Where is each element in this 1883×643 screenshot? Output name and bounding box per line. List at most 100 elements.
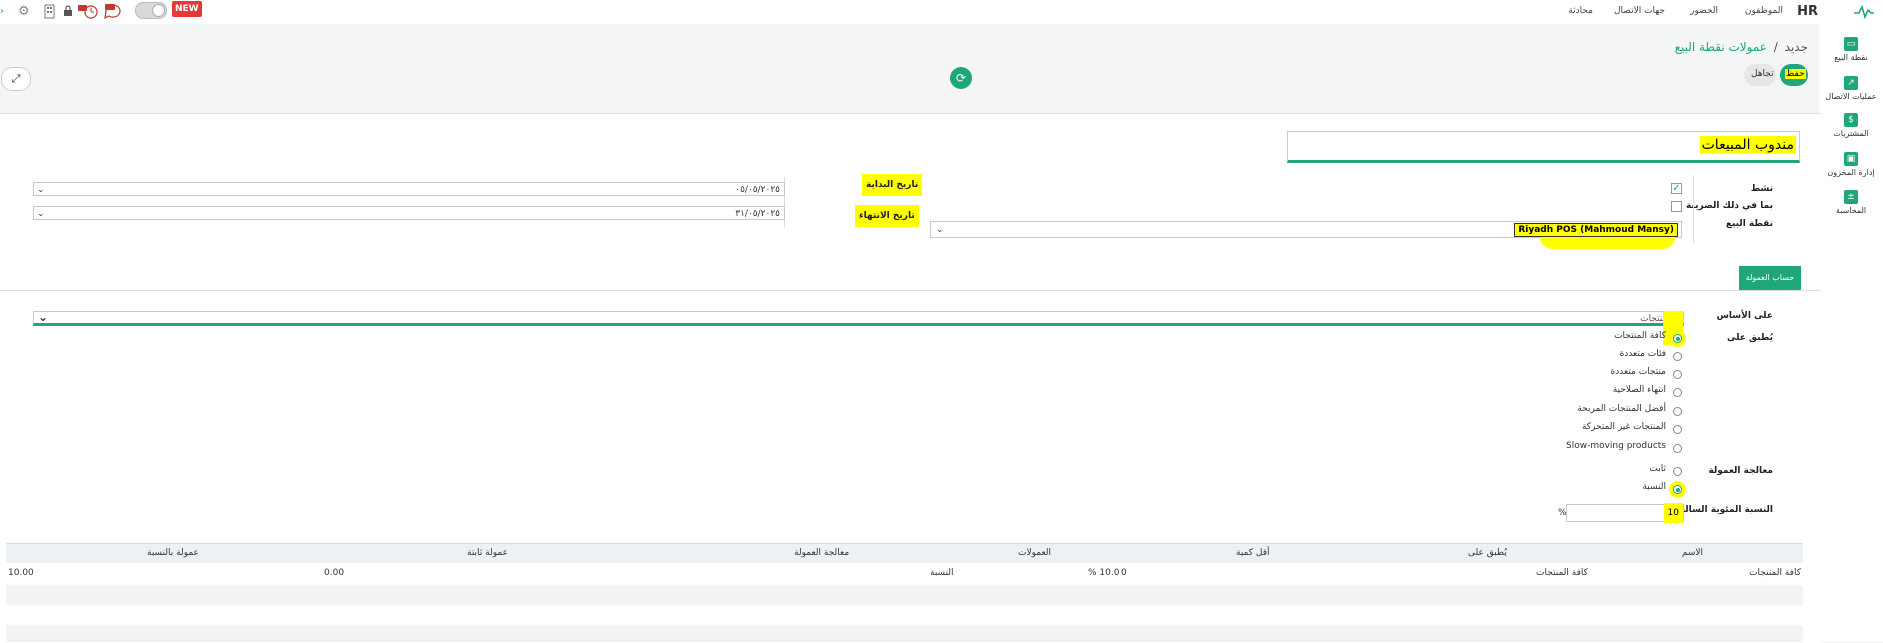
percentage-value: 10 — [1663, 503, 1683, 523]
processing-radio-0[interactable] — [1673, 467, 1682, 476]
end-date-field[interactable]: ⌄ ٣١/٠٥/٢٠٢٥ — [33, 206, 785, 220]
nav-employees[interactable]: الموظفون — [1745, 6, 1783, 16]
sidebar-item-label: المشتريات — [1833, 129, 1869, 138]
gear-icon[interactable]: ⚙ — [18, 4, 30, 19]
col-min-qty: أقل كمية — [1236, 548, 1270, 558]
clock-alert-icon[interactable] — [78, 3, 98, 19]
sidebar-item-label: إدارة المخزون — [1827, 168, 1875, 177]
chevron-down-icon: ⌄ — [936, 225, 944, 235]
tax-included-label: بما في ذلك الضريبة — [1685, 201, 1773, 211]
breadcrumb-separator: / — [1773, 40, 1778, 54]
building-icon[interactable] — [44, 4, 55, 19]
top-bar: HR الموظفون الحضور جهات الاتصال محادثة ›… — [0, 0, 1883, 24]
col-name: الاسم — [1681, 548, 1703, 558]
tab-commission-calc[interactable]: حساب العمولة — [1739, 266, 1801, 290]
title-text: مندوب المبيعات — [1699, 136, 1796, 154]
inventory-icon: ▣ — [1844, 152, 1858, 166]
cell-commission: % 10.0 — [1088, 568, 1120, 578]
processing-option-label: النسبة — [1642, 482, 1666, 492]
contacts-icon: ↗ — [1844, 76, 1858, 90]
discard-button[interactable]: تجاهل — [1744, 64, 1776, 86]
breadcrumb: جديد / عمولات نقطة البيع — [1675, 40, 1808, 54]
table-header-row — [6, 543, 1803, 564]
cell-processing: النسبة — [930, 568, 954, 578]
sidebar-item-label: عمليات الاتصال — [1825, 92, 1877, 101]
apply-on-option-label: كافة المنتجات — [1614, 331, 1666, 341]
apply-on-radio-6[interactable] — [1673, 444, 1682, 453]
breadcrumb-parent[interactable]: عمولات نقطة البيع — [1675, 40, 1767, 54]
apply-on-radio-1[interactable] — [1673, 352, 1682, 361]
col-fixed: عمولة ثابتة — [467, 548, 508, 558]
calculator-icon: ± — [1844, 190, 1858, 204]
apply-on-radio-3[interactable] — [1673, 388, 1682, 397]
percentage-label: النسبة المئوية السالبة — [1676, 505, 1773, 515]
sidebar-item-inventory[interactable]: ▣ إدارة المخزون — [1819, 152, 1883, 177]
tax-included-checkbox[interactable] — [1671, 201, 1682, 212]
sidebar-item-label: المحاسبة — [1835, 206, 1867, 215]
pos-icon: ▭ — [1844, 37, 1858, 51]
apply-on-label: يُطبق على — [1727, 333, 1773, 343]
apply-on-radio-0[interactable] — [1673, 334, 1682, 343]
nav-attendance[interactable]: الحضور — [1690, 6, 1718, 16]
col-percent: عمولة بالنسبة — [147, 548, 199, 558]
breadcrumb-current: جديد — [1784, 40, 1808, 54]
apply-on-option-label: المنتجات غير المتحركة — [1581, 422, 1666, 432]
sidebar-item-purchases[interactable]: $ المشتريات — [1819, 113, 1883, 138]
brand-label[interactable]: HR — [1797, 4, 1818, 19]
app-logo-icon[interactable] — [1853, 5, 1875, 19]
active-checkbox[interactable]: ✓ — [1671, 183, 1682, 194]
dollar-icon: $ — [1844, 113, 1858, 127]
chevron-down-icon: ⌄ — [37, 209, 45, 219]
cell-percent: 10.00 — [8, 568, 34, 578]
expand-icon[interactable]: ⤢ — [1, 67, 31, 91]
new-badge[interactable]: NEW — [172, 1, 202, 17]
col-commissions: العمولات — [1018, 548, 1052, 558]
percent-sign: % — [1558, 508, 1567, 518]
table-empty-row — [6, 585, 1803, 605]
lock-icon[interactable] — [62, 5, 74, 17]
apply-on-option-label: انتهاء الصلاحية — [1612, 385, 1666, 395]
pos-label: نقطة البيع — [1725, 219, 1773, 229]
start-date-value: ٠٥/٠٥/٢٠٢٥ — [735, 185, 780, 195]
active-label: نشط — [1750, 184, 1773, 194]
sidebar-item-accounting[interactable]: ± المحاسبة — [1819, 190, 1883, 215]
theme-toggle[interactable] — [135, 2, 167, 19]
nav-chat[interactable]: محادثة — [1568, 6, 1593, 16]
basis-label: على الأساس — [1716, 311, 1774, 321]
start-date-label: تاريخ البداية — [862, 174, 923, 196]
percentage-input[interactable]: 10 — [1566, 503, 1684, 523]
apply-on-radio-2[interactable] — [1673, 370, 1682, 379]
salesperson-title-field[interactable]: مندوب المبيعات — [1287, 131, 1800, 163]
cell-apply-on: كافة المنتجات — [1536, 568, 1588, 578]
processing-option-label: ثابت — [1649, 464, 1666, 474]
processing-label: معالجة العمولة — [1708, 466, 1773, 476]
nav-contacts[interactable]: جهات الاتصال — [1614, 6, 1665, 16]
pos-select[interactable]: ⌄ Riyadh POS (Mahmoud Mansy) — [930, 221, 1682, 238]
processing-radio-1[interactable] — [1673, 485, 1682, 494]
cell-fixed: 0.00 — [324, 568, 345, 578]
chevron-down-icon: ⌄ — [38, 310, 49, 324]
col-apply-on: يُطبق على — [1468, 548, 1507, 558]
col-processing: معالجة العمولة — [794, 548, 850, 558]
apply-on-option-label: فئات متعددة — [1619, 349, 1666, 359]
sidebar: ▭ نقطة البيع ↗ عمليات الاتصال $ المشتريا… — [1819, 24, 1883, 642]
apply-on-option-label: أفضل المنتجات المربحة — [1577, 404, 1666, 414]
apply-on-radio-4[interactable] — [1673, 407, 1682, 416]
end-date-label: تاريخ الانتهاء — [855, 205, 919, 227]
end-date-value: ٣١/٠٥/٢٠٢٥ — [735, 209, 780, 219]
table-empty-row — [6, 625, 1803, 642]
highlight-mark — [1540, 237, 1675, 249]
table-row[interactable] — [6, 563, 1803, 583]
chat-alert-icon[interactable] — [103, 3, 123, 19]
sidebar-item-pos[interactable]: ▭ نقطة البيع — [1819, 37, 1883, 62]
apply-on-option-label: منتجات متعددة — [1610, 367, 1666, 377]
discard-label: تجاهل — [1751, 69, 1774, 79]
apply-on-radio-5[interactable] — [1673, 425, 1682, 434]
start-date-field[interactable]: ⌄ ٠٥/٠٥/٢٠٢٥ — [33, 182, 785, 196]
pos-value: Riyadh POS (Mahmoud Mansy) — [1514, 223, 1678, 237]
save-button[interactable]: حفظ — [1780, 64, 1808, 86]
sidebar-item-contacts[interactable]: ↗ عمليات الاتصال — [1819, 76, 1883, 101]
refresh-icon[interactable]: ⟳ — [950, 67, 972, 89]
arrow-icon[interactable]: › — [0, 6, 5, 17]
basis-select[interactable]: ⌄ المنتجات — [33, 310, 1684, 326]
